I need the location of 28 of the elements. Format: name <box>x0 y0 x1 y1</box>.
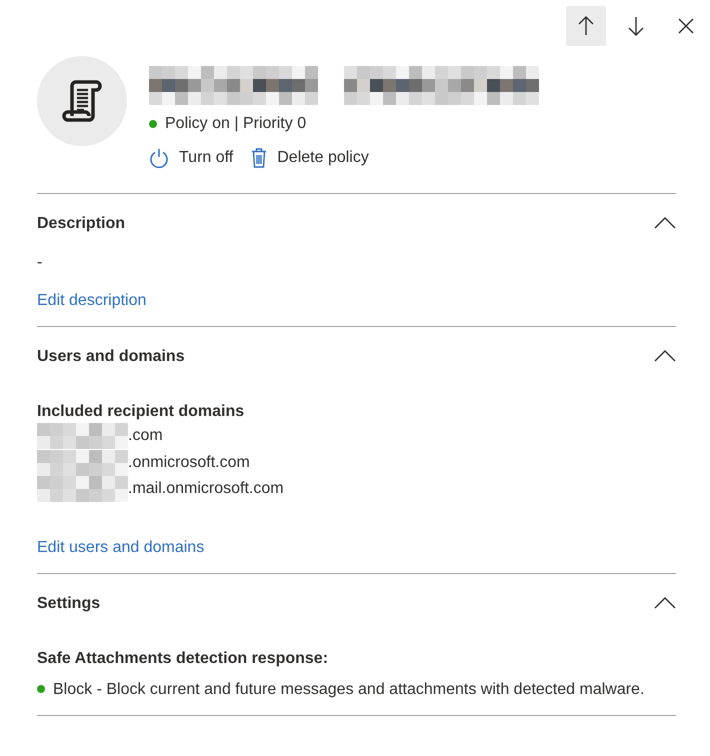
domain-text: .mail.onmicrosoft.com <box>128 479 284 500</box>
section-title: Description <box>37 215 126 233</box>
arrow-up-icon <box>578 16 594 36</box>
edit-users-link[interactable]: Edit users and domains <box>37 536 204 558</box>
trash-icon <box>251 148 268 168</box>
domains-heading: Included recipient domains <box>37 402 246 422</box>
scroll-icon <box>62 80 102 122</box>
chevron-up-icon <box>654 596 676 608</box>
section-title: Users and domains <box>37 348 185 366</box>
arrow-down-icon <box>628 16 644 36</box>
collapse-button[interactable] <box>654 596 676 610</box>
chevron-up-icon <box>654 217 676 229</box>
domain-text: .onmicrosoft.com <box>128 452 250 473</box>
delete-button[interactable]: Delete policy <box>251 147 369 169</box>
chevron-up-icon <box>654 350 676 362</box>
policy-status: Policy on | Priority 0 <box>165 114 306 134</box>
collapse-button[interactable] <box>654 350 676 364</box>
close-icon <box>678 18 694 34</box>
turn-off-button[interactable]: Turn off <box>149 147 234 169</box>
section-title: Settings <box>37 594 100 612</box>
setting-text: Block - Block current and future messages and attachments with detected malware. <box>52 680 644 700</box>
collapse-button[interactable] <box>654 217 676 231</box>
domain-text: .com <box>128 426 163 446</box>
edit-description-link[interactable]: Edit description <box>37 290 146 312</box>
power-icon <box>149 148 169 168</box>
move-up-button[interactable] <box>566 6 606 46</box>
description-value: - <box>37 253 44 273</box>
settings-heading: Safe Attachments detection response: <box>37 648 330 668</box>
